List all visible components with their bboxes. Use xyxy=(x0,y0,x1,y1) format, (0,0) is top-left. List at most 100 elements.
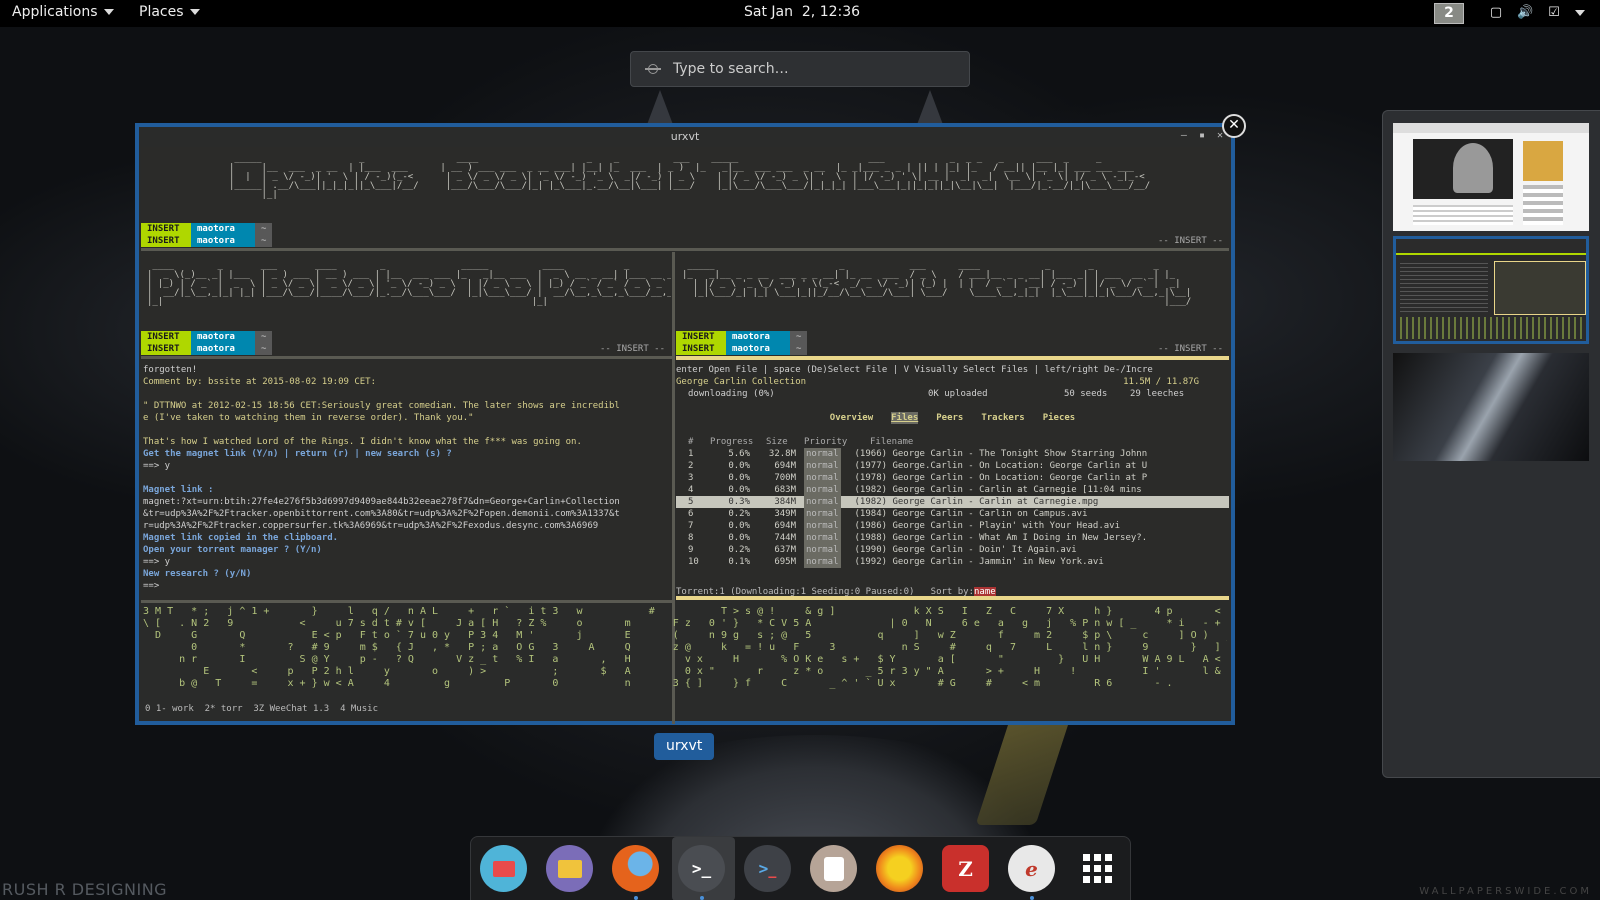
pane-torrent[interactable]: enter Open File | space (De)Select File … xyxy=(676,360,1229,600)
tab-files[interactable]: Files xyxy=(891,412,919,424)
pane-chat[interactable]: forgotten! Comment by: bssite at 2015-08-… xyxy=(141,360,672,600)
chat-output: forgotten! Comment by: bssite at 2015-08-… xyxy=(143,364,672,592)
contacts-icon[interactable] xyxy=(810,845,857,892)
torrent-file-row[interactable]: 10 0.1% 695M normal (1992) George Carlin - J… xyxy=(676,556,1229,568)
mini-matrix xyxy=(1400,317,1586,339)
close-icon[interactable]: ✕ xyxy=(1217,130,1223,141)
torrent-help: enter Open File | space (De)Select File … xyxy=(676,365,1153,375)
mode-segment: INSERT xyxy=(141,223,191,235)
tab-overview[interactable]: Overview xyxy=(830,412,873,424)
chevron-down-icon[interactable] xyxy=(1575,10,1585,16)
ad-image xyxy=(1523,141,1563,181)
file-name: (1986) George Carlin - Playin' with Your… xyxy=(854,521,1121,531)
file-priority: normal xyxy=(804,508,841,520)
system-tray[interactable]: ▢ 🔊 ☑ xyxy=(1488,5,1585,21)
terminal2-icon[interactable]: > _ xyxy=(744,845,791,892)
pane-separator[interactable] xyxy=(141,600,672,603)
file-size: 744M xyxy=(774,533,796,543)
firefox-icon[interactable] xyxy=(612,845,659,900)
workspace-thumbnail-2[interactable] xyxy=(1393,236,1589,344)
status-line: INSERT maotora ~ xyxy=(141,331,273,343)
terminal-icon[interactable]: >_ xyxy=(678,845,725,900)
app-grid-icon[interactable] xyxy=(1074,845,1121,892)
files-icon[interactable] xyxy=(546,845,593,892)
chat-line: Comment by: bssite at 2015-08-02 19:09 C… xyxy=(143,377,376,387)
file-priority: normal xyxy=(804,544,841,556)
file-progress: 0.0% xyxy=(728,521,750,531)
wallpaper-watermark: RUSH R DESIGNING xyxy=(2,880,168,899)
path-segment: ~ xyxy=(255,223,273,235)
chat-line: " DTTNWO at 2012-02-15 18:56 CET:Serious… xyxy=(143,401,620,411)
mode-segment: INSERT xyxy=(676,331,726,343)
tab-pieces[interactable]: Pieces xyxy=(1043,412,1076,424)
torrent-file-row[interactable]: 3 0.0% 700M normal (1978) George Carlin - On… xyxy=(676,472,1229,484)
volume-icon[interactable]: 🔊 xyxy=(1517,5,1533,21)
torrent-file-list: 1 5.6% 32.8M normal (1966) George Carlin - T… xyxy=(676,448,1229,568)
file-index: 7 xyxy=(688,521,694,531)
clipboard-icon[interactable]: ☑ xyxy=(1546,5,1562,21)
tab-trackers[interactable]: Trackers xyxy=(981,412,1024,424)
torrent-file-row[interactable]: 4 0.0% 683M normal (1982) George Carlin - Ca… xyxy=(676,484,1229,496)
chat-line: &tr=udp%3A%2F%2Ftracker.openbittorrent.c… xyxy=(143,509,620,519)
mode-indicator: -- INSERT -- xyxy=(1157,344,1223,354)
file-name: (1982) George Carlin - Carlin at Carnegi… xyxy=(854,497,1099,507)
status-line: INSERT maotora ~ xyxy=(676,331,808,343)
matrix-pane[interactable]: 3 M T * ; j ^ 1 + } l q / n A L + r ` i … xyxy=(143,606,1227,702)
chat-line: Open your torrent manager ? (Y/n) xyxy=(143,545,322,555)
minimize-icon[interactable]: – xyxy=(1181,130,1187,141)
pane-right[interactable]: _____ _ ___ ____ _ _ _ |_ _|__ _ _ __ __… xyxy=(676,252,1229,356)
file-name: (1990) George Carlin - Doin' It Again.av… xyxy=(854,545,1077,555)
pane-top[interactable]: _____ _ ____ _ _ ___ _____ ___ _ _ _ _ _… xyxy=(141,147,1229,248)
file-priority: normal xyxy=(804,484,841,496)
torrent-file-row[interactable]: 6 0.2% 349M normal (1984) George Carlin - Ca… xyxy=(676,508,1229,520)
mode-indicator: -- INSERT -- xyxy=(599,344,665,354)
torrent-file-row[interactable]: 2 0.0% 694M normal (1977) George.Carlin - On… xyxy=(676,460,1229,472)
search-placeholder: Type to search… xyxy=(673,61,789,77)
torrent-file-row[interactable]: 8 0.0% 744M normal (1988) George Carlin - Wh… xyxy=(676,532,1229,544)
file-progress: 0.0% xyxy=(728,473,750,483)
places-menu[interactable]: Places xyxy=(139,4,200,20)
applications-menu[interactable]: Applications xyxy=(12,4,114,20)
mode-segment: INSERT xyxy=(141,343,191,355)
user-segment: maotora xyxy=(726,343,790,355)
file-index: 2 xyxy=(688,461,694,471)
path-segment: ~ xyxy=(790,343,808,355)
chevron-down-icon xyxy=(103,9,114,15)
file-size: 683M xyxy=(774,485,796,495)
torrent-icon[interactable] xyxy=(876,845,923,892)
zotero-icon[interactable]: Z xyxy=(942,845,989,892)
chat-line: Magnet link copied in the clipboard. xyxy=(143,533,339,543)
screen-icon[interactable]: ▢ xyxy=(1488,5,1504,21)
reader-icon[interactable]: e xyxy=(1008,845,1055,900)
torrent-file-row[interactable]: 1 5.6% 32.8M normal (1966) George Carlin - T… xyxy=(676,448,1229,460)
clock[interactable]: Sat Jan 2, 12:36 xyxy=(744,4,860,20)
pane-separator[interactable] xyxy=(141,356,672,359)
workspace-switcher xyxy=(1382,110,1600,778)
window-caption[interactable]: urxvt xyxy=(654,733,715,760)
torrent-uploaded: 0K uploaded xyxy=(928,389,988,399)
file-name: (1977) George.Carlin - On Location: Geor… xyxy=(854,461,1148,471)
workspace-indicator[interactable]: 2 xyxy=(1434,3,1464,24)
mail-icon[interactable] xyxy=(480,845,527,892)
close-window-button[interactable]: ✕ xyxy=(1222,114,1246,138)
file-size: 349M xyxy=(774,509,796,519)
file-progress: 0.0% xyxy=(728,485,750,495)
torrent-file-row[interactable]: 5 0.3% 384M normal (1982) George Carlin - Ca… xyxy=(676,496,1229,508)
maximize-icon[interactable]: ▪ xyxy=(1199,130,1205,141)
workspace-thumbnail-1[interactable] xyxy=(1393,123,1589,231)
torrent-file-row[interactable]: 9 0.2% 637M normal (1990) George Carlin - Do… xyxy=(676,544,1229,556)
pane-left[interactable]: ____ _ ___ ____ _ _____ ____ _ _ | _ \(_… xyxy=(141,252,671,356)
user-segment: maotora xyxy=(191,343,255,355)
file-priority: normal xyxy=(804,520,841,532)
window-title: urxvt xyxy=(670,130,700,143)
sort-value[interactable]: name xyxy=(974,587,996,596)
pane-separator[interactable] xyxy=(141,248,1229,251)
urxvt-window[interactable]: urxvt – ▪ ✕ _____ _ ____ _ _ ___ _____ _… xyxy=(135,123,1235,725)
tab-peers[interactable]: Peers xyxy=(936,412,963,424)
top-bar: Applications Places Sat Jan 2, 12:36 2 ▢… xyxy=(0,0,1600,27)
search-input[interactable]: Type to search… xyxy=(630,51,970,87)
chat-line: ==> y xyxy=(143,461,171,471)
torrent-file-row[interactable]: 7 0.0% 694M normal (1986) George Carlin - Pl… xyxy=(676,520,1229,532)
file-priority: normal xyxy=(804,472,841,484)
workspace-thumbnail-3[interactable] xyxy=(1393,353,1589,461)
